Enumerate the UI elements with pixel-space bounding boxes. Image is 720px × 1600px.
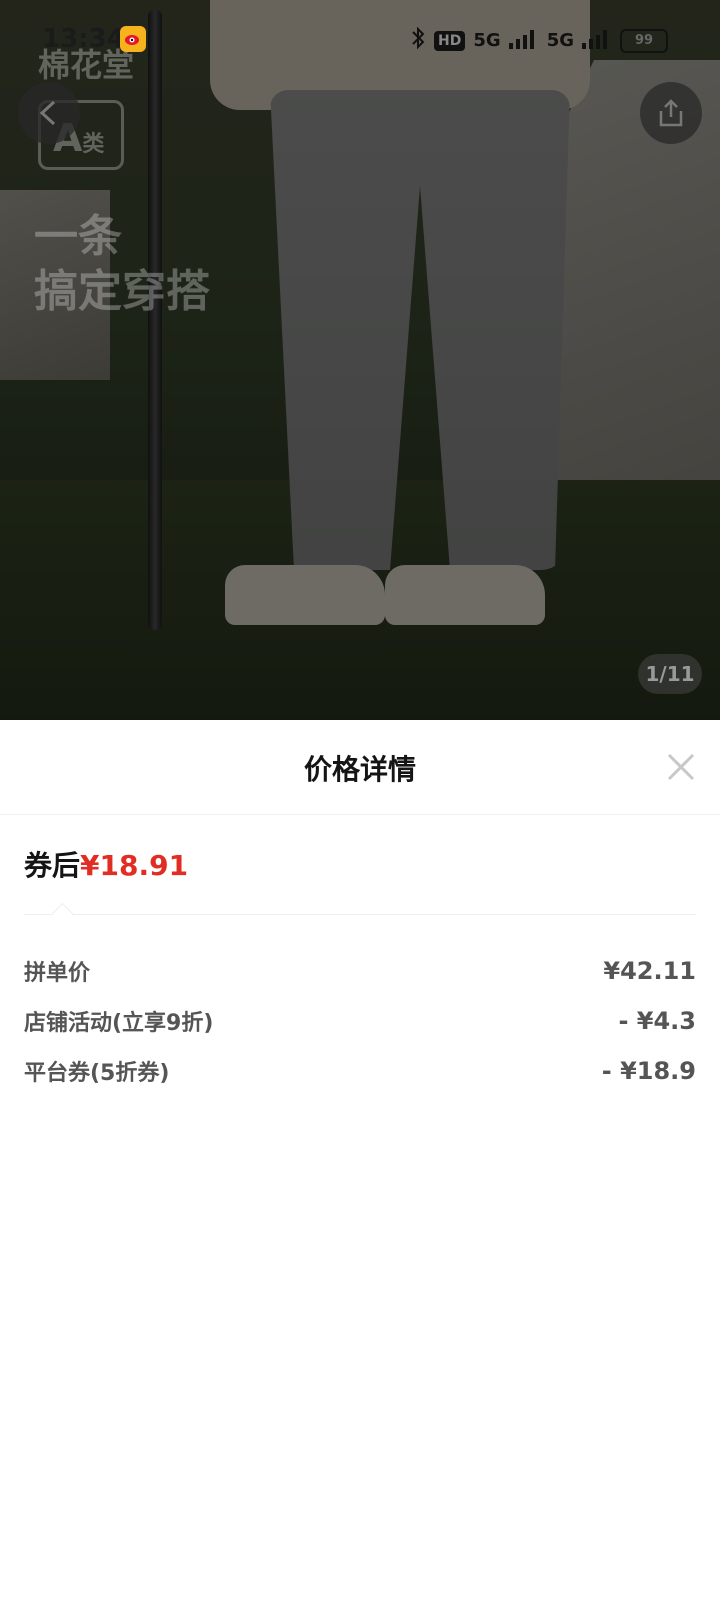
category-badge-text: 类 <box>82 132 105 157</box>
hd-badge: HD <box>434 30 466 51</box>
price-row-platform-coupon: 平台券(5折券) - ¥18.9 <box>24 1046 696 1096</box>
share-button[interactable] <box>640 82 702 144</box>
back-icon <box>39 100 56 126</box>
price-row-value: - ¥18.9 <box>601 1057 696 1085</box>
price-breakdown: 拼单价 ¥42.11 店铺活动(立享9折) - ¥4.3 平台券(5折券) - … <box>24 946 696 1096</box>
after-coupon-row: 券后¥18.91 <box>24 844 188 884</box>
price-row-shop-activity: 店铺活动(立享9折) - ¥4.3 <box>24 996 696 1046</box>
network-label-a: 5G <box>473 30 501 51</box>
price-row-value: ¥42.11 <box>603 957 696 985</box>
sheet-header: 价格详情 <box>0 720 720 815</box>
after-coupon-price: ¥18.91 <box>80 849 189 882</box>
bluetooth-icon <box>410 26 426 55</box>
after-coupon-label: 券后 <box>24 849 81 882</box>
battery-icon: 99 <box>620 28 668 53</box>
share-icon <box>659 99 683 127</box>
network-label-b: 5G <box>546 30 574 51</box>
image-counter: 1/11 <box>638 654 702 694</box>
slogan-line-2: 搞定穿搭 <box>34 266 210 317</box>
price-detail-sheet: 价格详情 券后¥18.91 拼单价 ¥42.11 店铺活动(立享9折) - ¥4… <box>0 720 720 1600</box>
weibo-icon <box>120 26 146 52</box>
price-row-label: 拼单价 <box>24 961 91 986</box>
status-bar: 13:34 HD 5G 5G 99 <box>0 20 720 60</box>
back-button[interactable] <box>18 82 80 144</box>
product-image[interactable]: 棉花堂 A类 一条 搞定穿搭 13:34 HD 5G 5G 99 1/11 <box>0 0 720 720</box>
price-row-value: - ¥4.3 <box>618 1007 696 1035</box>
signal-icon-2 <box>582 27 612 54</box>
status-time: 13:34 <box>42 24 125 54</box>
close-icon <box>667 753 695 781</box>
sheet-title: 价格详情 <box>303 753 416 786</box>
price-row-group: 拼单价 ¥42.11 <box>24 946 696 996</box>
price-row-label: 店铺活动(立享9折) <box>24 1011 214 1036</box>
price-row-label: 平台券(5折券) <box>24 1061 170 1086</box>
status-icons: HD 5G 5G 99 <box>410 26 668 55</box>
close-button[interactable] <box>664 750 698 784</box>
signal-icon <box>508 27 539 54</box>
divider-notch <box>51 902 74 925</box>
divider <box>24 914 696 915</box>
